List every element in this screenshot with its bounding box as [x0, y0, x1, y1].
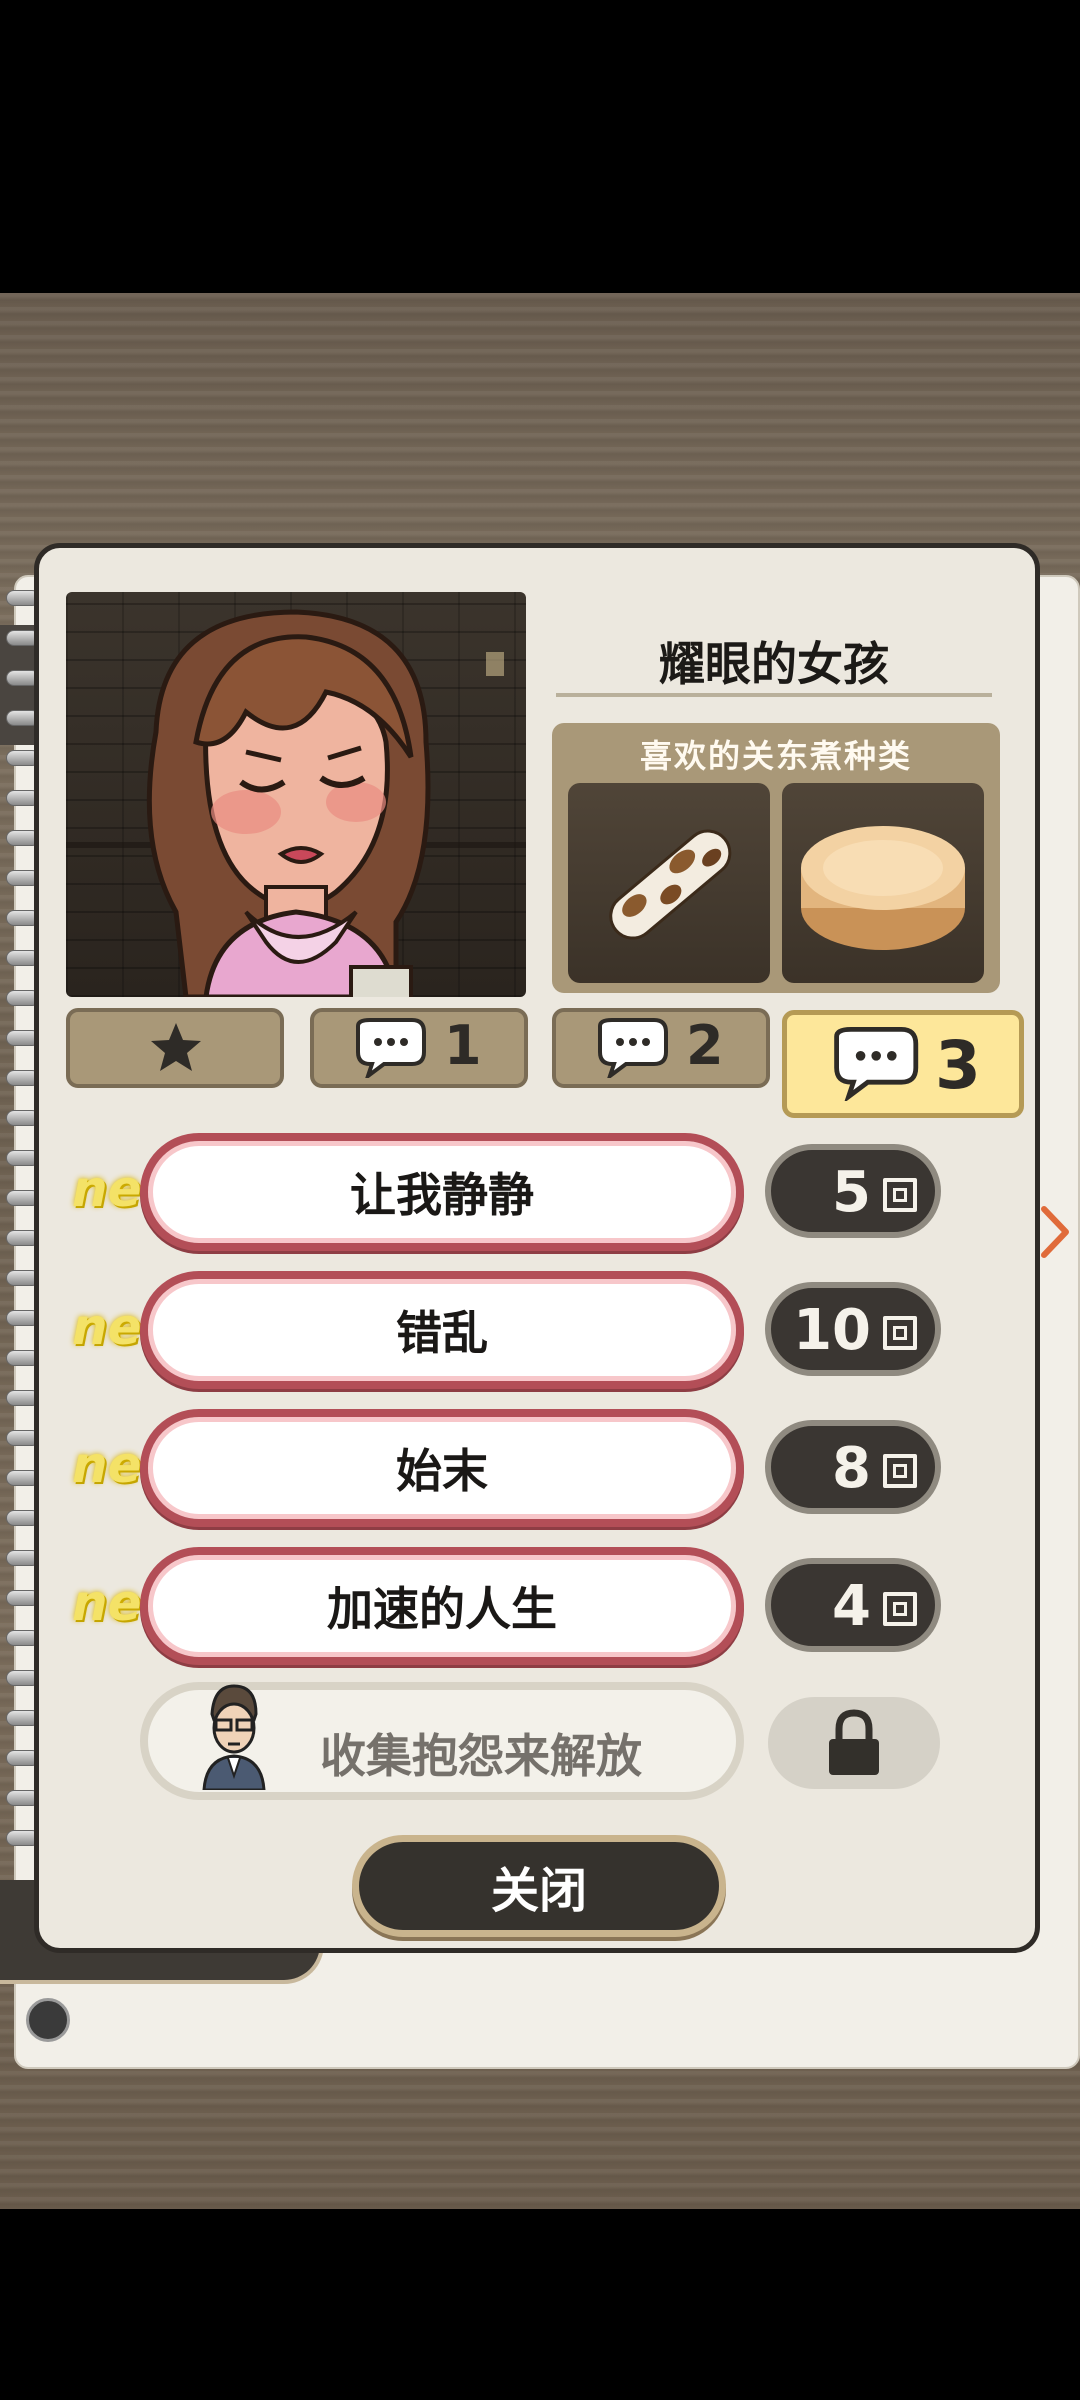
episode-button[interactable]: 加速的人生	[140, 1547, 744, 1665]
count-number: 4	[832, 1574, 871, 1639]
count-number: 5	[832, 1160, 871, 1225]
episode-title: 加速的人生	[327, 1582, 557, 1636]
girl-portrait-icon	[66, 609, 526, 997]
locked-episode-button[interactable]: 收集抱怨来解放	[140, 1682, 744, 1800]
count-unit-icon	[883, 1316, 917, 1350]
daikon-icon	[782, 783, 984, 983]
lock-indicator	[768, 1697, 940, 1789]
tab-number: 1	[444, 1014, 482, 1077]
speech-bubble-icon	[356, 1018, 426, 1078]
name-underline	[556, 693, 992, 697]
episode-button[interactable]: 始末	[140, 1409, 744, 1527]
episode-title: 让我静静	[350, 1168, 534, 1222]
star-icon	[151, 1023, 201, 1071]
episode-button[interactable]: 让我静静	[140, 1133, 744, 1251]
next-page-arrow-icon[interactable]	[1040, 1205, 1070, 1259]
tab-story-2[interactable]: 2	[552, 1008, 770, 1088]
count-unit-icon	[883, 1592, 917, 1626]
tab-number: 3	[935, 1027, 981, 1104]
episode-count: 10	[765, 1282, 941, 1376]
favorite-oden-title: 喜欢的关东煮种类	[639, 737, 912, 775]
lock-icon	[829, 1709, 879, 1775]
favorite-oden-box: 喜欢的关东煮种类	[552, 723, 1000, 993]
locked-text: 收集抱怨来解放	[320, 1729, 642, 1783]
tab-number: 2	[686, 1014, 724, 1077]
episode-count: 5	[765, 1144, 941, 1238]
episode-count: 8	[765, 1420, 941, 1514]
character-portrait	[66, 592, 526, 997]
tab-story-1[interactable]: 1	[310, 1008, 528, 1088]
notebook-hole	[26, 1998, 70, 2042]
count-unit-icon	[883, 1178, 917, 1212]
episode-button[interactable]: 错乱	[140, 1271, 744, 1389]
chikuwa-icon	[568, 783, 770, 983]
close-button-label: 关闭	[490, 1863, 587, 1919]
count-number: 8	[832, 1436, 871, 1501]
episode-title: 错乱	[396, 1306, 488, 1360]
tab-story-3[interactable]: 3	[782, 1010, 1024, 1118]
episode-title: 始末	[396, 1444, 488, 1498]
character-name: 耀眼的女孩	[659, 637, 889, 691]
speech-bubble-icon	[598, 1018, 668, 1078]
close-button[interactable]: 关闭	[352, 1835, 726, 1937]
count-unit-icon	[883, 1454, 917, 1488]
tab-favorites[interactable]	[66, 1008, 284, 1088]
man-with-glasses-icon	[202, 1684, 266, 1790]
episode-count: 4	[765, 1558, 941, 1652]
count-number: 10	[793, 1298, 871, 1363]
speech-bubble-icon	[834, 1027, 919, 1101]
